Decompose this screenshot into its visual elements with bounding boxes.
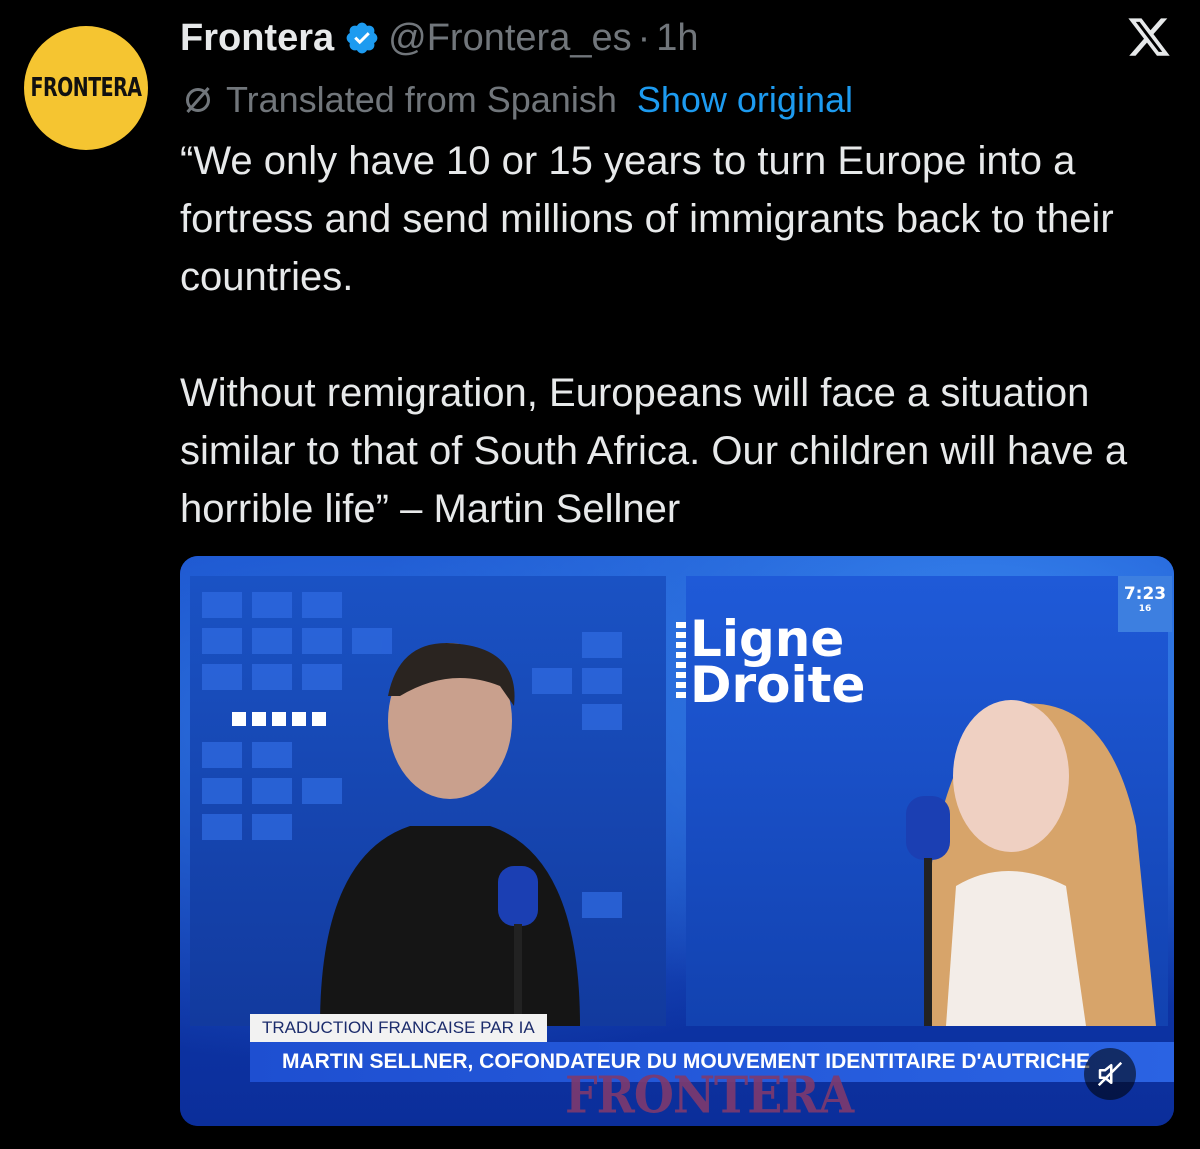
muted-speaker-icon [1097,1061,1123,1087]
clock-badge: 7:23 16 [1118,576,1172,632]
video-player[interactable]: Ligne Droite 7:23 16 TRADUCTION FRANCAIS… [180,556,1174,1126]
caption-subtitle-text: TRADUCTION FRANCAISE PAR IA [262,1018,535,1037]
brand-line: Droite [690,656,866,714]
x-logo-icon [1128,18,1170,56]
account-avatar[interactable]: FRONTERA [24,26,148,150]
mute-button[interactable] [1084,1048,1136,1100]
watermark: FRONTERA [565,1065,854,1125]
verified-badge-icon [346,22,378,54]
tweet-paragraph: “We only have 10 or 15 years to turn Eur… [180,139,1114,299]
avatar-logo-text: FRONTERA [30,73,142,103]
tweet-paragraph: Without remigration, Europeans will face… [180,371,1128,531]
translation-bar: Translated from Spanish Show original [180,76,853,124]
display-name[interactable]: Frontera [180,17,334,60]
show-brand-logo: Ligne Droite [676,614,866,714]
tweet-header: Frontera @Frontera_es · 1h [180,14,699,62]
translate-icon [186,87,210,113]
meta-separator: · [637,16,651,59]
video-panel-left [190,576,666,1026]
clock-date: 16 [1138,604,1152,614]
tweet-text: “We only have 10 or 15 years to turn Eur… [180,132,1180,538]
caption-subtitle: TRADUCTION FRANCAISE PAR IA [250,1014,547,1042]
host-silhouette [906,700,1156,1026]
clock-time: 7:23 [1123,584,1167,604]
guest-silhouette [320,643,580,1026]
user-handle[interactable]: @Frontera_es [388,17,631,60]
brand-bars-icon [676,622,686,702]
show-original-link[interactable]: Show original [637,79,853,121]
translated-label: Translated from Spanish [226,79,617,120]
post-time[interactable]: 1h [656,17,698,60]
